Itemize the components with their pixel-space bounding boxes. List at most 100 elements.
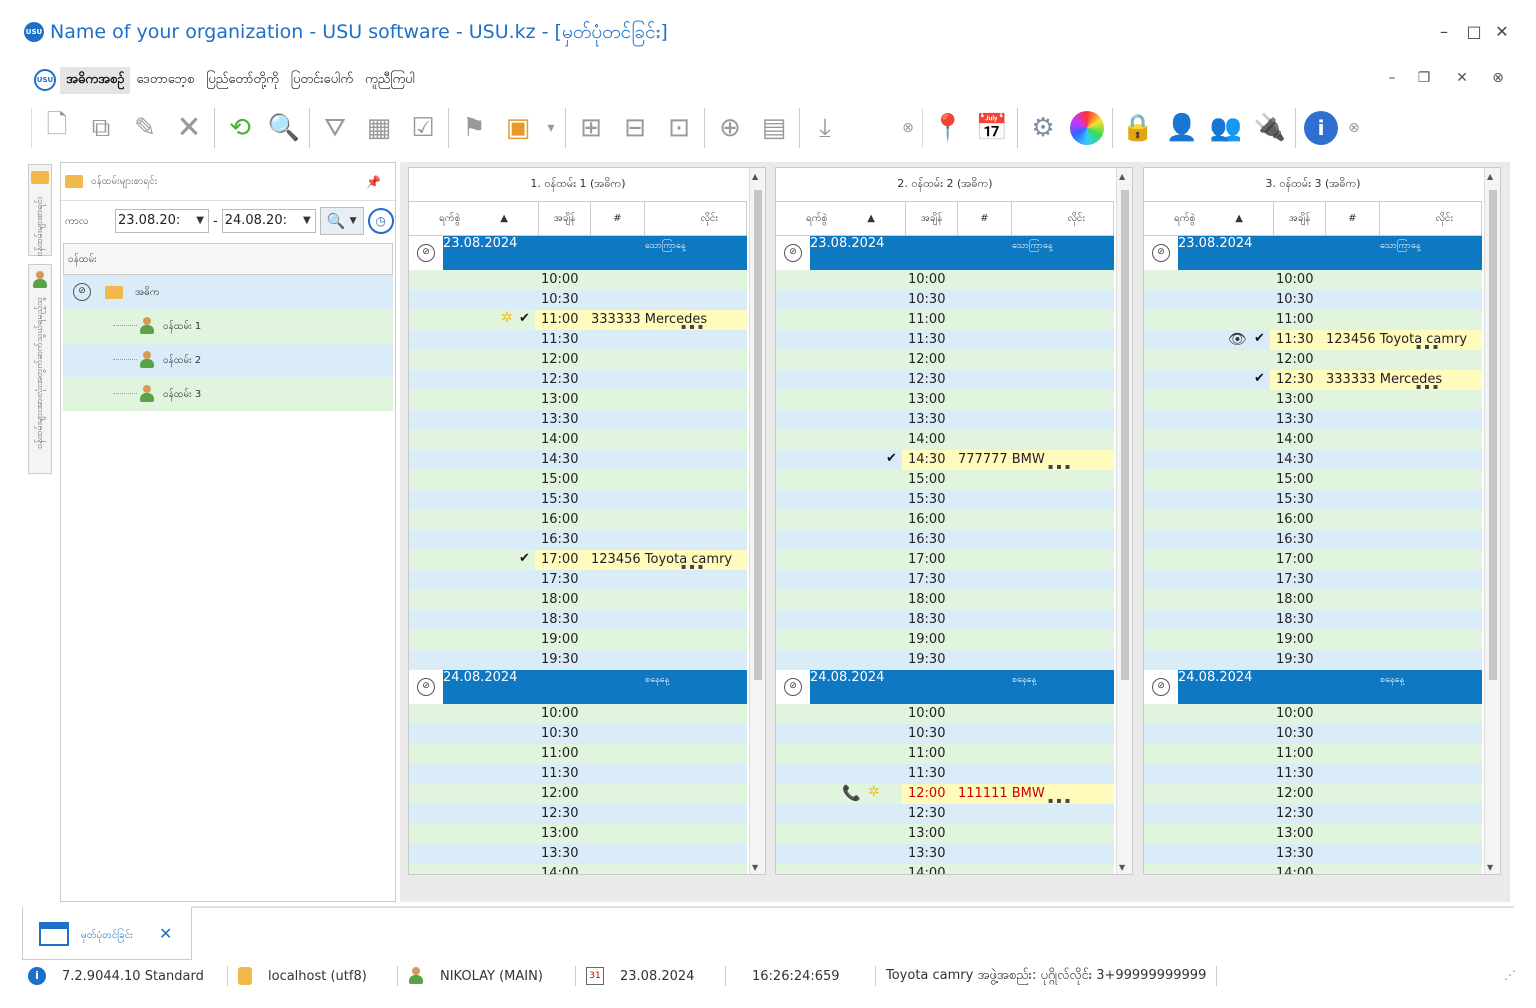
image-icon[interactable]: ▣ bbox=[496, 106, 540, 150]
tree-item-employee-1[interactable]: ဝန်ထမ်း 1 bbox=[63, 309, 393, 343]
appointment-row[interactable]: 12:30 333333 Mercedes ▪▪▪ ✔ bbox=[1144, 370, 1482, 391]
time-slot-row[interactable]: 10:30 bbox=[1144, 290, 1482, 310]
edit-icon[interactable]: ✎ bbox=[123, 106, 167, 150]
date-from-input[interactable]: 23.08.20: ▼ bbox=[115, 209, 209, 233]
time-slot-row[interactable]: 14:30 bbox=[1144, 450, 1482, 470]
time-slot-row[interactable]: 19:00 bbox=[1144, 630, 1482, 650]
scroll-up-icon[interactable]: ▲ bbox=[1119, 172, 1125, 181]
appointment-row[interactable]: 12:00 111111 BMW ▪▪▪ ✲ 📞 bbox=[776, 784, 1114, 805]
add-record-icon[interactable]: 🗋 bbox=[35, 106, 79, 150]
header-car[interactable]: လိုင်း bbox=[645, 202, 747, 235]
time-slot-row[interactable]: 13:00 bbox=[776, 824, 1114, 844]
filter-check-icon[interactable]: ☑ bbox=[401, 106, 445, 150]
tree-header[interactable]: ဝန်ထမ်း bbox=[63, 243, 393, 275]
header-time[interactable]: အချိန် bbox=[1274, 202, 1326, 235]
side-tab-contacts[interactable]: ဝန်ထမ်းများအားလုံးအတွက်ဆက်သွယ်ရမည့်သူ bbox=[28, 264, 52, 474]
scroll-up-icon[interactable]: ▲ bbox=[752, 172, 758, 181]
menu-database[interactable]: ဒေတာဘေ့စ bbox=[130, 67, 200, 94]
day-header[interactable]: ⊘ 24.08.2024 စနေနေ့ bbox=[776, 670, 1114, 704]
collapse-icon[interactable]: ⊘ bbox=[417, 678, 435, 696]
time-slot-row[interactable]: 11:30 bbox=[409, 330, 747, 350]
time-slot-row[interactable]: 16:30 bbox=[776, 530, 1114, 550]
collapse-icon[interactable]: ⊘ bbox=[73, 283, 91, 301]
time-slot-row[interactable]: 12:00 bbox=[1144, 350, 1482, 370]
appointment-row[interactable]: 11:30 123456 Toyota camry ▪▪▪ ✔ 👁 bbox=[1144, 330, 1482, 351]
clock-icon[interactable]: ◷ bbox=[367, 208, 394, 234]
header-car[interactable]: လိုင်း bbox=[1380, 202, 1482, 235]
time-slot-row[interactable]: 12:30 bbox=[1144, 804, 1482, 824]
scroll-thumb[interactable] bbox=[754, 190, 762, 680]
header-visit[interactable]: ရက်စွဲ ▲ bbox=[1144, 202, 1274, 235]
time-slot-row[interactable]: 18:30 bbox=[409, 610, 747, 630]
day-header[interactable]: ⊘ 23.08.2024 သောကြာနေ့ bbox=[409, 236, 747, 270]
collapse-icon[interactable]: ⊘ bbox=[784, 244, 802, 262]
time-slot-row[interactable]: 18:00 bbox=[776, 590, 1114, 610]
time-slot-row[interactable]: 13:00 bbox=[1144, 390, 1482, 410]
time-slot-row[interactable]: 17:30 bbox=[1144, 570, 1482, 590]
time-slot-row[interactable]: 10:30 bbox=[776, 724, 1114, 744]
expand-icon[interactable]: ⊞ bbox=[569, 106, 613, 150]
day-header[interactable]: ⊘ 24.08.2024 စနေနေ့ bbox=[1144, 670, 1482, 704]
time-slot-row[interactable]: 18:30 bbox=[776, 610, 1114, 630]
time-slot-row[interactable]: 10:00 bbox=[409, 704, 747, 724]
time-slot-row[interactable]: 12:00 bbox=[1144, 784, 1482, 804]
day-header[interactable]: ⊘ 23.08.2024 သောကြာနေ့ bbox=[776, 236, 1114, 270]
scroll-down-icon[interactable]: ▼ bbox=[1119, 863, 1125, 872]
time-slot-row[interactable]: 19:00 bbox=[776, 630, 1114, 650]
time-slot-row[interactable]: 11:00 bbox=[1144, 310, 1482, 330]
copy-icon[interactable]: ⧉ bbox=[79, 106, 123, 150]
time-slot-row[interactable]: 19:30 bbox=[1144, 650, 1482, 670]
maximize-button[interactable]: □ bbox=[1464, 22, 1484, 41]
time-slot-row[interactable]: 19:00 bbox=[409, 630, 747, 650]
mdi-minimize-button[interactable]: – bbox=[1382, 70, 1402, 86]
appointment-row[interactable]: 14:30 777777 BMW ▪▪▪ ✔ bbox=[776, 450, 1114, 471]
time-slot-row[interactable]: 17:30 bbox=[776, 570, 1114, 590]
mdi-close-button[interactable]: ✕ bbox=[1452, 70, 1472, 86]
time-slot-row[interactable]: 13:30 bbox=[1144, 410, 1482, 430]
resize-grip-icon[interactable]: ⋰ bbox=[1504, 968, 1516, 982]
time-slot-row[interactable]: 14:00 bbox=[409, 430, 747, 450]
time-slot-row[interactable]: 17:00 bbox=[776, 550, 1114, 570]
time-slot-row[interactable]: 11:00 bbox=[776, 310, 1114, 330]
collapse-icon[interactable]: ⊗ bbox=[1488, 70, 1508, 86]
header-number[interactable]: # bbox=[958, 202, 1012, 235]
collapse-icon[interactable]: ⊘ bbox=[417, 244, 435, 262]
time-slot-row[interactable]: 10:00 bbox=[409, 270, 747, 290]
day-header[interactable]: ⊘ 24.08.2024 စနေနေ့ bbox=[409, 670, 747, 704]
time-slot-row[interactable]: 16:00 bbox=[776, 510, 1114, 530]
time-slot-row[interactable]: 15:30 bbox=[776, 490, 1114, 510]
scroll-thumb[interactable] bbox=[1489, 190, 1497, 680]
time-slot-row[interactable]: 12:00 bbox=[409, 784, 747, 804]
time-slot-row[interactable]: 13:00 bbox=[409, 824, 747, 844]
users-icon[interactable]: 👥 bbox=[1204, 106, 1248, 150]
time-slot-row[interactable]: 13:00 bbox=[776, 390, 1114, 410]
time-slot-row[interactable]: 14:00 bbox=[1144, 864, 1482, 874]
time-slot-row[interactable]: 15:00 bbox=[409, 470, 747, 490]
add-column-icon[interactable]: ⊕ bbox=[708, 106, 752, 150]
time-slot-row[interactable]: 10:00 bbox=[776, 270, 1114, 290]
refresh-icon[interactable]: ⟲ bbox=[218, 106, 262, 150]
time-slot-row[interactable]: 10:30 bbox=[409, 290, 747, 310]
time-slot-row[interactable]: 14:00 bbox=[409, 864, 747, 874]
toolbar-collapse-icon[interactable]: ⊗ bbox=[897, 106, 919, 150]
time-slot-row[interactable]: 15:30 bbox=[1144, 490, 1482, 510]
menu-main[interactable]: အဓိကအစဉ် bbox=[60, 66, 131, 94]
header-time[interactable]: အချိန် bbox=[539, 202, 591, 235]
vertical-scrollbar[interactable]: ▲ ▼ bbox=[1484, 168, 1500, 874]
time-slot-row[interactable]: 12:30 bbox=[409, 804, 747, 824]
time-slot-row[interactable]: 10:00 bbox=[1144, 270, 1482, 290]
time-slot-row[interactable]: 11:30 bbox=[776, 330, 1114, 350]
collapse-icon[interactable]: ⊘ bbox=[1152, 678, 1170, 696]
close-button[interactable]: ✕ bbox=[1492, 22, 1512, 41]
time-slot-row[interactable]: 18:30 bbox=[1144, 610, 1482, 630]
search-button[interactable]: 🔍 ▼ bbox=[319, 207, 364, 235]
time-slot-row[interactable]: 13:30 bbox=[776, 410, 1114, 430]
tree-root[interactable]: ⊘ အဓိက bbox=[63, 275, 393, 309]
time-slot-row[interactable]: 10:30 bbox=[1144, 724, 1482, 744]
time-slot-row[interactable]: 10:00 bbox=[1144, 704, 1482, 724]
time-slot-row[interactable]: 19:30 bbox=[409, 650, 747, 670]
time-slot-row[interactable]: 16:30 bbox=[409, 530, 747, 550]
time-slot-row[interactable]: 11:00 bbox=[1144, 744, 1482, 764]
time-slot-row[interactable]: 15:00 bbox=[776, 470, 1114, 490]
collapse-icon[interactable]: ⊘ bbox=[1152, 244, 1170, 262]
